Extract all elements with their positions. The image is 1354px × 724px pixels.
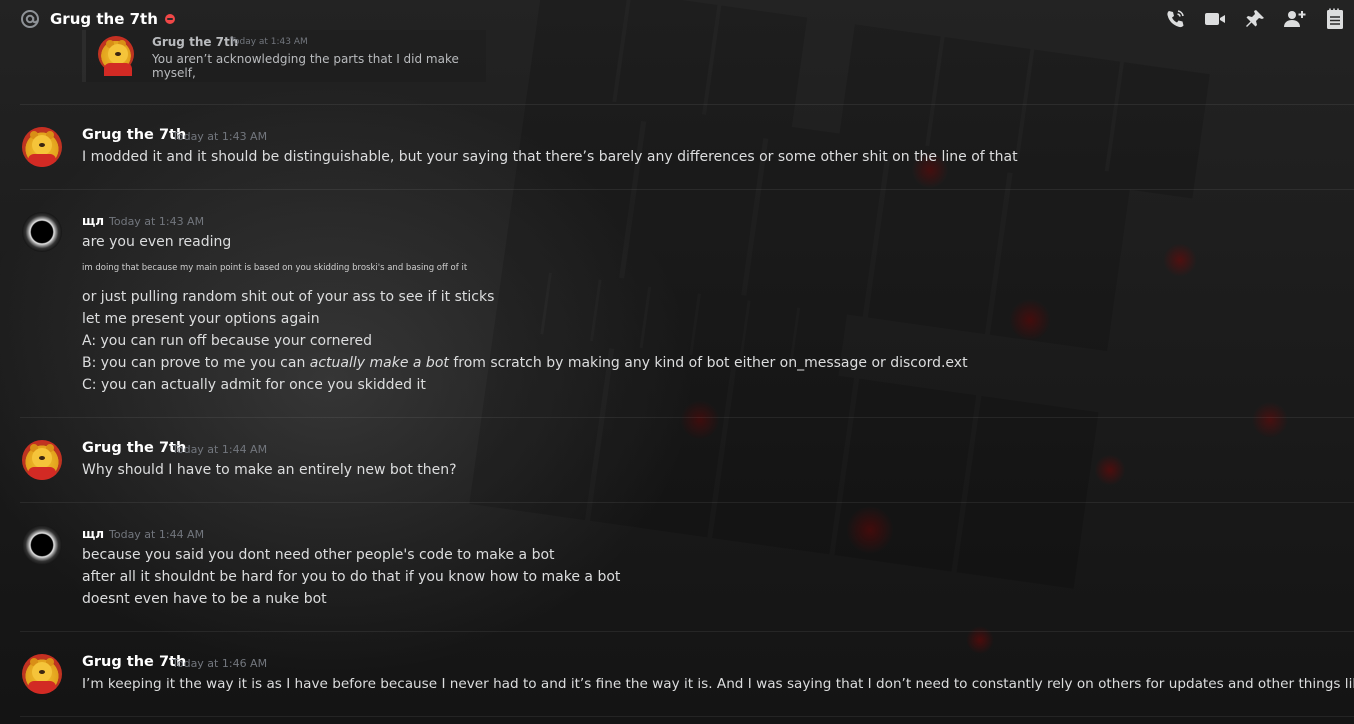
- avatar[interactable]: [22, 654, 62, 694]
- avatar[interactable]: [98, 36, 134, 76]
- message-text: doesnt even have to be a nuke bot: [82, 591, 327, 607]
- message-divider: [20, 502, 1354, 503]
- message-divider: [20, 104, 1354, 105]
- message-author[interactable]: Grug the 7th: [82, 440, 186, 456]
- add-member-icon[interactable]: [1282, 6, 1308, 32]
- message-text-with-emphasis: B: you can prove to me you can actually …: [82, 355, 968, 371]
- message-timestamp: Today at 1:44 AM: [172, 443, 268, 456]
- avatar[interactable]: [22, 127, 62, 167]
- message-text: after all it shouldnt be hard for you to…: [82, 569, 621, 585]
- video-call-icon[interactable]: [1202, 6, 1228, 32]
- do-not-disturb-status-icon: [164, 14, 175, 24]
- reply-timestamp: Today at 1:43 AM: [230, 37, 308, 47]
- message-timestamp: Today at 1:43 AM: [109, 215, 205, 228]
- message-divider: [20, 189, 1354, 190]
- message-text: A: you can run off because your cornered: [82, 333, 373, 349]
- pin-icon[interactable]: [1242, 6, 1268, 32]
- at-sign-icon: [20, 9, 40, 29]
- message-text: C: you can actually admit for once you s…: [82, 377, 426, 393]
- message-author[interactable]: Grug the 7th: [82, 127, 186, 143]
- message-text-small: im doing that because my main point is b…: [82, 263, 468, 273]
- text-run: B: you can prove to me you can: [82, 355, 310, 371]
- avatar[interactable]: [22, 525, 62, 565]
- avatar[interactable]: [22, 212, 62, 252]
- message-author[interactable]: щл: [82, 527, 104, 541]
- message-author[interactable]: щл: [82, 214, 104, 228]
- message-divider: [20, 631, 1354, 632]
- message-text: because you said you dont need other peo…: [82, 547, 555, 563]
- message-list: Grug the 7th Today at 1:43 AM You aren’t…: [0, 0, 1354, 724]
- message-text: are you even reading: [82, 234, 232, 250]
- italic-text: actually make a bot: [309, 355, 449, 371]
- dm-header: Grug the 7th: [0, 0, 1354, 38]
- header-toolbar: [1162, 6, 1348, 32]
- message-timestamp: Today at 1:43 AM: [172, 130, 268, 143]
- message-text: I’m keeping it the way it is as I have b…: [82, 676, 1354, 692]
- text-run: from scratch by making any kind of bot e…: [448, 355, 968, 371]
- message-text: Why should I have to make an entirely ne…: [82, 462, 457, 478]
- message-divider: [20, 417, 1354, 418]
- avatar[interactable]: [22, 440, 62, 480]
- phone-call-icon[interactable]: [1162, 6, 1188, 32]
- message-author[interactable]: Grug the 7th: [82, 654, 186, 670]
- message-timestamp: Today at 1:44 AM: [109, 528, 205, 541]
- message-text: let me present your options again: [82, 311, 320, 327]
- message-timestamp: Today at 1:46 AM: [172, 657, 268, 670]
- reply-text: You aren’t acknowledging the parts that …: [152, 52, 459, 80]
- dm-recipient-name: Grug the 7th: [50, 10, 158, 28]
- message-divider: [20, 716, 1354, 717]
- message-text: I modded it and it should be distinguish…: [82, 149, 1018, 165]
- notes-icon[interactable]: [1322, 6, 1348, 32]
- message-text: or just pulling random shit out of your …: [82, 289, 495, 305]
